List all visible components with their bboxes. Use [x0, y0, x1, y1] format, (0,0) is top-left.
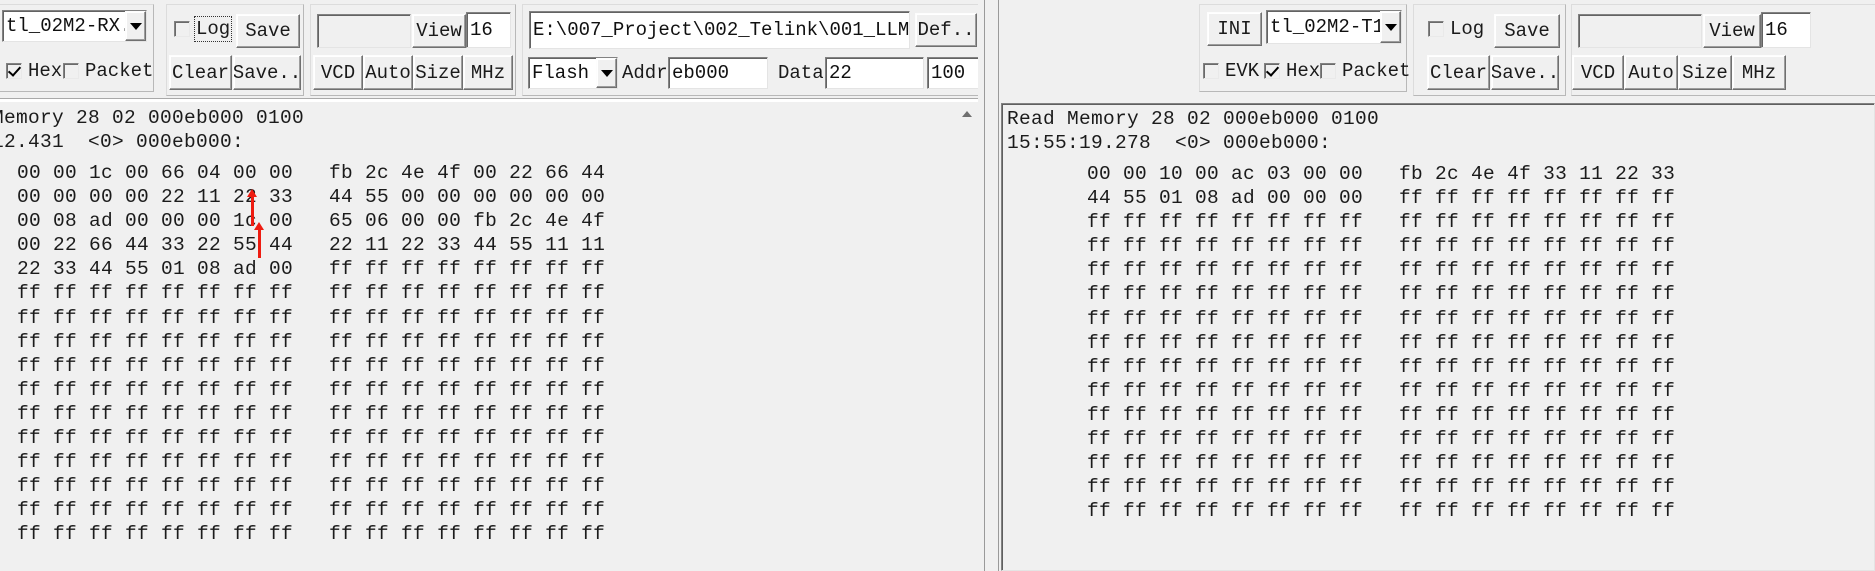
left-log-scrollbar[interactable] — [958, 103, 975, 571]
right-size-button[interactable]: Size — [1678, 55, 1732, 90]
right-packet-checkbox-label: Packet — [1342, 60, 1411, 82]
chevron-up-icon[interactable] — [958, 105, 975, 122]
left-packet-checkbox-box[interactable] — [63, 63, 79, 79]
left-hex-checkbox-label: Hex — [28, 60, 63, 82]
right-view-button[interactable]: View — [1703, 14, 1761, 48]
left-data-field[interactable]: 22 — [825, 57, 924, 89]
left-packet-checkbox[interactable]: Packet — [63, 60, 153, 82]
left-auto-button[interactable]: Auto — [363, 55, 413, 90]
left-target-combo-value: Flash — [532, 62, 590, 84]
right-log-hexdump: 00 00 10 00 ac 03 00 00 fb 2c 4e 4f 33 1… — [1087, 163, 1676, 523]
left-log-checkbox-box[interactable] — [174, 21, 190, 37]
right-evk-checkbox-box[interactable] — [1203, 63, 1219, 79]
chevron-down-icon[interactable] — [125, 11, 146, 41]
right-log-pane[interactable]: Read Memory 28 02 000eb000 0100 15:55:19… — [1001, 103, 1875, 571]
left-view-count-field[interactable]: 16 — [466, 12, 511, 48]
left-log-checkbox[interactable]: Log — [174, 16, 233, 42]
right-device-combo[interactable]: tl_02M2-T1.i — [1266, 10, 1402, 44]
right-packet-checkbox-box[interactable] — [1320, 63, 1336, 79]
left-clear-button[interactable]: Clear — [169, 55, 232, 90]
left-log-header: Memory 28 02 000eb000 0100 12.431 <0> 00… — [0, 107, 305, 154]
left-hex-checkbox-box[interactable] — [6, 63, 22, 79]
right-vcd-button[interactable]: VCD — [1572, 55, 1624, 90]
left-def-button[interactable]: Def.. — [915, 13, 977, 47]
left-vcd-button[interactable]: VCD — [313, 55, 363, 90]
chevron-down-icon[interactable] — [1380, 11, 1401, 43]
right-log-header: Read Memory 28 02 000eb000 0100 15:55:19… — [1007, 108, 1380, 155]
left-len-field[interactable]: 100 — [927, 57, 979, 89]
left-view-button[interactable]: View — [412, 14, 466, 48]
right-ini-button[interactable]: INI — [1207, 12, 1262, 46]
right-hex-checkbox[interactable]: Hex — [1264, 60, 1320, 82]
left-data-label: Data — [778, 62, 824, 84]
right-mhz-button[interactable]: MHz — [1732, 55, 1786, 90]
right-device-combo-value: tl_02M2-T1.i — [1270, 16, 1380, 38]
left-mhz-button[interactable]: MHz — [463, 55, 513, 90]
right-packet-checkbox[interactable]: Packet — [1320, 60, 1410, 82]
left-path-field[interactable]: E:\007_Project\002_Telink\001_LLMIC\00: — [529, 11, 910, 49]
annotation-arrow-2 — [254, 222, 264, 258]
left-log-pane[interactable]: Memory 28 02 000eb000 0100 12.431 <0> 00… — [0, 103, 963, 571]
right-log-checkbox-label: Log — [1450, 18, 1485, 40]
left-packet-checkbox-label: Packet — [85, 60, 154, 82]
right-hex-checkbox-box[interactable] — [1264, 63, 1280, 79]
right-log-checkbox-box[interactable] — [1428, 21, 1444, 37]
left-addr-label: Addr — [622, 62, 668, 84]
left-device-combo[interactable]: tl_02M2-RX.i — [2, 10, 147, 42]
right-evk-checkbox[interactable]: EVK — [1203, 60, 1259, 82]
left-log-hexdump: 00 00 1c 00 66 04 00 00 fb 2c 4e 4f 00 2… — [17, 162, 606, 546]
right-hex-checkbox-label: Hex — [1286, 60, 1321, 82]
left-log-checkbox-label: Log — [193, 16, 233, 42]
left-target-combo[interactable]: Flash — [528, 57, 618, 89]
right-auto-button[interactable]: Auto — [1624, 55, 1678, 90]
left-saveas-button[interactable]: Save.. — [233, 55, 301, 90]
right-log-checkbox[interactable]: Log — [1428, 18, 1484, 40]
application-window: tl_02M2-RX.i Hex Packet Log Save Clear S… — [0, 0, 1875, 571]
left-hex-checkbox[interactable]: Hex — [6, 60, 62, 82]
panel-divider[interactable] — [978, 0, 1002, 571]
left-toolbar-separator — [0, 98, 981, 102]
left-size-button[interactable]: Size — [413, 55, 463, 90]
right-clear-button[interactable]: Clear — [1427, 55, 1490, 90]
right-view-count-field[interactable]: 16 — [1761, 12, 1811, 48]
left-device-combo-value: tl_02M2-RX.i — [6, 15, 125, 37]
right-saveas-button[interactable]: Save.. — [1491, 55, 1559, 90]
chevron-down-icon[interactable] — [596, 58, 617, 88]
left-addr-field[interactable]: eb000 — [668, 57, 768, 89]
right-save-button[interactable]: Save — [1494, 14, 1560, 48]
left-save-button[interactable]: Save — [236, 14, 300, 48]
right-evk-checkbox-label: EVK — [1225, 60, 1260, 82]
right-view-field[interactable] — [1578, 14, 1702, 48]
left-view-field[interactable] — [317, 14, 411, 48]
